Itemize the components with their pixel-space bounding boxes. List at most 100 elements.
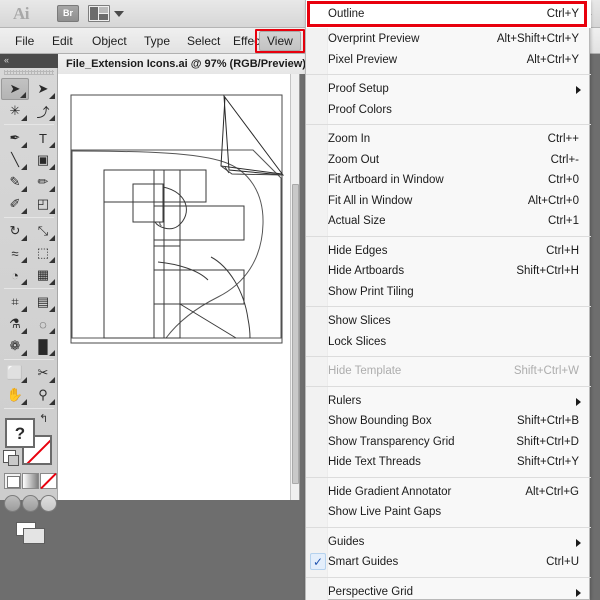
arrange-documents-icon[interactable]: [88, 5, 110, 22]
perspective-grid-tool[interactable]: ▦: [29, 264, 57, 286]
change-screen-mode-icon[interactable]: [16, 522, 45, 544]
artboard-canvas[interactable]: x: [58, 74, 300, 500]
tool-flyout-indicator-icon: [21, 142, 27, 148]
pen-tool[interactable]: ✒: [1, 127, 29, 149]
tool-group-divider: [4, 217, 54, 218]
tool-flyout-indicator-icon: [49, 164, 55, 170]
rotate-tool[interactable]: ↻: [1, 220, 29, 242]
width-tool[interactable]: ≈: [1, 242, 29, 264]
magic-wand-tool[interactable]: ✳: [1, 100, 29, 122]
menu-item-fit-artboard-in-window[interactable]: Fit Artboard in Window Ctrl+0: [306, 170, 591, 191]
menu-item-label: Guides: [328, 535, 365, 548]
fill-swatch[interactable]: ?: [5, 418, 35, 448]
menu-item-label: Hide Gradient Annotator: [328, 485, 452, 498]
menu-item-show-slices[interactable]: Show Slices: [306, 311, 591, 332]
tool-flyout-indicator-icon: [21, 399, 27, 405]
pencil-tool[interactable]: ✏: [29, 171, 57, 193]
tool-flyout-indicator-icon: [21, 279, 27, 285]
tool-row: ❁ █: [0, 335, 58, 357]
menu-item-hide-edges[interactable]: Hide Edges Ctrl+H: [306, 241, 591, 262]
artboard-tool[interactable]: ⬜: [1, 362, 29, 384]
menu-item-lock-slices[interactable]: Lock Slices: [306, 332, 591, 353]
shape-builder-tool[interactable]: ◔: [1, 264, 29, 286]
menu-item-proof-setup[interactable]: Proof Setup: [306, 79, 591, 100]
menu-item-shortcut: Ctrl+H: [546, 244, 579, 257]
chevron-down-icon[interactable]: [114, 11, 124, 17]
menu-item-rulers[interactable]: Rulers: [306, 391, 591, 412]
menu-item-perspective-grid[interactable]: Perspective Grid: [306, 582, 591, 600]
selection-tool[interactable]: ➤: [1, 78, 29, 100]
blob-brush-tool[interactable]: ✐: [1, 193, 29, 215]
submenu-arrow-icon: [576, 538, 581, 547]
eyedropper-tool[interactable]: ⚗: [1, 313, 29, 335]
menu-item-outline[interactable]: Outline Ctrl+Y: [306, 0, 591, 28]
tool-flyout-indicator-icon: [21, 350, 27, 356]
go-to-bridge-button[interactable]: Br: [57, 5, 79, 22]
menu-item-overprint-preview[interactable]: Overprint Preview Alt+Shift+Ctrl+Y: [306, 29, 591, 50]
draw-normal-button[interactable]: [4, 495, 21, 512]
tool-flyout-indicator-icon: [21, 208, 27, 214]
type-tool[interactable]: T: [29, 127, 57, 149]
tool-row: ⚗ ◌: [0, 313, 58, 335]
blend-tool[interactable]: ◌: [29, 313, 57, 335]
draw-behind-button[interactable]: [22, 495, 39, 512]
checkmark-icon: ✓: [310, 553, 326, 570]
scrollbar-thumb[interactable]: [292, 184, 299, 484]
zoom-tool[interactable]: ⚲: [29, 384, 57, 406]
menu-item-label: Proof Setup: [328, 83, 389, 95]
menu-object[interactable]: Object: [85, 31, 134, 51]
menu-item-fit-all-in-window[interactable]: Fit All in Window Alt+Ctrl+0: [306, 191, 591, 212]
menu-item-outline-row[interactable]: Outline Ctrl+Y: [306, 0, 591, 28]
menu-item-smart-guides[interactable]: ✓ Smart Guides Ctrl+U: [306, 552, 591, 573]
gradient-tool[interactable]: ▤: [29, 291, 57, 313]
menu-item-guides[interactable]: Guides: [306, 532, 591, 553]
default-fill-stroke-icon[interactable]: [3, 450, 19, 466]
menu-item-actual-size[interactable]: Actual Size Ctrl+1: [306, 211, 591, 232]
rectangle-tool[interactable]: ▣: [29, 149, 57, 171]
menu-type[interactable]: Type: [137, 31, 177, 51]
menu-item-hide-gradient-annotator[interactable]: Hide Gradient Annotator Alt+Ctrl+G: [306, 482, 591, 503]
tool-flyout-indicator-icon: [21, 186, 27, 192]
document-tab[interactable]: File_Extension Icons.ai @ 97% (RGB/Previ…: [58, 54, 315, 74]
slice-tool[interactable]: ✂: [29, 362, 57, 384]
menu-separator: [306, 74, 591, 75]
eraser-tool[interactable]: ◰: [29, 193, 57, 215]
tool-flyout-indicator-icon: [20, 92, 26, 98]
menu-select[interactable]: Select: [180, 31, 227, 51]
menu-item-hide-text-threads[interactable]: Hide Text Threads Shift+Ctrl+Y: [306, 452, 591, 473]
color-button[interactable]: [4, 473, 21, 489]
tool-grid: ➤ ➤ ✳ ⤴ ✒ T ╲ ▣ ✎ ✏ ✐ ◰ ↻ ⤡ ≈ ⬚ ◔ ▦ ⌗ ▤ ⚗ ◌ ❁ █ ⬜ ✂ ✋ ⚲: [0, 78, 58, 411]
tool-flyout-indicator-icon: [49, 142, 55, 148]
tools-panel-drag-handle[interactable]: [4, 70, 54, 75]
menu-item-pixel-preview[interactable]: Pixel Preview Alt+Ctrl+Y: [306, 50, 591, 71]
menu-item-show-live-paint-gaps[interactable]: Show Live Paint Gaps: [306, 502, 591, 523]
none-button[interactable]: [40, 473, 57, 489]
menu-item-zoom-in[interactable]: Zoom In Ctrl++: [306, 129, 591, 150]
swap-fill-stroke-icon[interactable]: ↰: [39, 414, 51, 426]
menu-item-show-print-tiling[interactable]: Show Print Tiling: [306, 282, 591, 303]
hand-tool[interactable]: ✋: [1, 384, 29, 406]
menu-item-show-transparency-grid[interactable]: Show Transparency Grid Shift+Ctrl+D: [306, 432, 591, 453]
gradient-button[interactable]: [22, 473, 39, 489]
menu-item-label: Zoom In: [328, 133, 371, 145]
menu-item-show-bounding-box[interactable]: Show Bounding Box Shift+Ctrl+B: [306, 411, 591, 432]
canvas-vertical-scrollbar[interactable]: [290, 74, 299, 500]
tool-row: ◔ ▦: [0, 264, 58, 286]
menu-edit[interactable]: Edit: [45, 31, 80, 51]
line-segment-tool[interactable]: ╲: [1, 149, 29, 171]
lasso-tool[interactable]: ⤴: [29, 100, 57, 122]
column-graph-tool[interactable]: █: [29, 335, 57, 357]
menu-file[interactable]: File: [8, 31, 41, 51]
menu-item-zoom-out[interactable]: Zoom Out Ctrl+-: [306, 150, 591, 171]
symbol-sprayer-tool[interactable]: ❁: [1, 335, 29, 357]
tools-panel-collapse-button[interactable]: «: [0, 54, 58, 68]
paintbrush-tool[interactable]: ✎: [1, 171, 29, 193]
mesh-tool[interactable]: ⌗: [1, 291, 29, 313]
free-transform-tool[interactable]: ⬚: [29, 242, 57, 264]
menu-item-hide-artboards[interactable]: Hide Artboards Shift+Ctrl+H: [306, 261, 591, 282]
menu-view[interactable]: View: [259, 31, 301, 51]
scale-tool[interactable]: ⤡: [29, 220, 57, 242]
menu-item-proof-colors[interactable]: Proof Colors: [306, 100, 591, 121]
direct-selection-tool[interactable]: ➤: [29, 78, 57, 100]
draw-inside-button[interactable]: [40, 495, 57, 512]
